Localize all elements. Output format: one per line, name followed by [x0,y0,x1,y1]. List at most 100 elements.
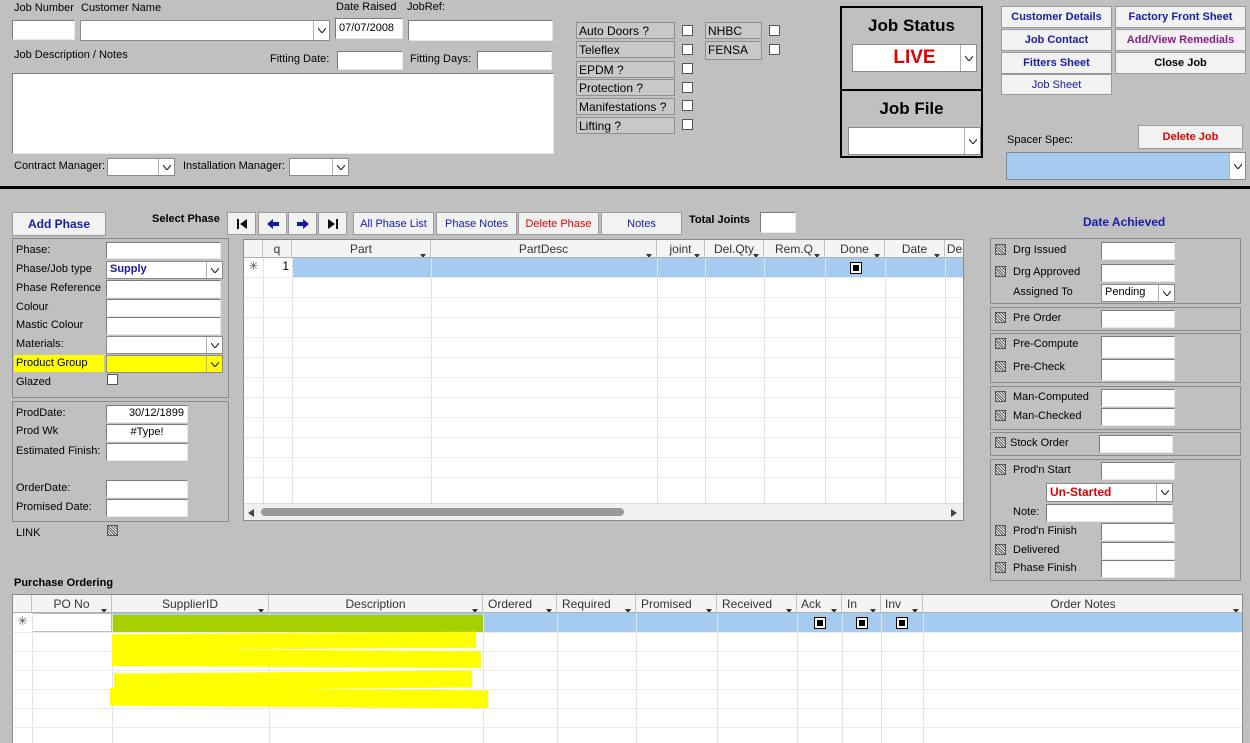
prodn-start-date[interactable] [1101,462,1175,480]
scroll-left-icon[interactable] [248,508,254,520]
first-record-button[interactable] [227,212,256,235]
all-phase-list-button[interactable]: All Phase List [353,212,434,235]
date-raised-field[interactable]: 07/07/2008 [335,18,403,39]
chevron-down-icon[interactable] [960,45,976,71]
prod-wk-field[interactable]: #Type! [106,424,188,442]
product-group-combo[interactable] [106,355,223,373]
promised-date-field[interactable] [106,499,188,517]
drg-issued-checkbox[interactable] [995,244,1006,255]
assigned-to-combo[interactable]: Pending [1101,284,1175,302]
column-header-q[interactable]: q [263,240,292,258]
epdm-checkbox[interactable] [682,63,693,74]
ack-checkbox[interactable] [814,617,826,629]
scroll-thumb[interactable] [261,508,624,516]
phase-field[interactable] [106,242,221,259]
done-checkbox[interactable] [850,262,862,274]
column-header-in[interactable]: In [842,595,881,613]
phase-reference-field[interactable] [106,280,221,298]
fitting-days-field[interactable] [477,51,552,70]
inv-checkbox[interactable] [896,617,908,629]
installation-manager-combo[interactable] [289,158,349,176]
in-checkbox[interactable] [856,617,868,629]
chevron-down-icon[interactable] [1156,484,1172,501]
chevron-down-icon[interactable] [1158,285,1174,301]
column-header-description[interactable]: Description [269,595,483,613]
order-date-field[interactable] [106,480,188,498]
column-header-partdesc[interactable]: PartDesc [431,240,657,258]
job-status-combo[interactable]: LIVE [852,44,977,72]
colour-field[interactable] [106,299,221,317]
pre-order-date[interactable] [1101,310,1175,328]
job-description-textarea[interactable] [12,73,554,154]
jobref-field[interactable] [408,20,553,41]
estimated-finish-field[interactable] [106,443,188,461]
manifestations-checkbox[interactable] [682,100,693,111]
next-record-button[interactable] [288,212,317,235]
total-joints-field[interactable] [760,212,796,233]
pre-order-checkbox[interactable] [995,312,1006,323]
column-header-required[interactable]: Required [557,595,636,613]
column-header-del-qty[interactable]: Del.Qty [705,240,764,258]
prod-date-field[interactable]: 30/12/1899 [106,405,188,423]
add-phase-button[interactable]: Add Phase [12,212,106,236]
chevron-down-icon[interactable] [158,159,174,175]
drg-approved-checkbox[interactable] [995,266,1006,277]
po-no-input[interactable] [32,613,112,632]
glazed-checkbox[interactable] [107,374,118,385]
factory-front-sheet-button[interactable]: Factory Front Sheet [1115,6,1246,28]
contract-manager-combo[interactable] [107,158,175,176]
materials-combo[interactable] [106,336,223,354]
column-header-done[interactable]: Done [825,240,885,258]
column-header-de[interactable]: De [945,240,963,258]
job-file-combo[interactable] [848,127,981,155]
man-computed-checkbox[interactable] [995,391,1006,402]
chevron-down-icon[interactable] [206,262,222,278]
column-header-rem-q[interactable]: Rem.Q [764,240,825,258]
lifting-checkbox[interactable] [682,119,693,130]
column-header-part[interactable]: Part [292,240,431,258]
parts-grid[interactable]: q Part PartDesc joint Del.Qty Rem.Q Done… [243,239,964,521]
column-header-date[interactable]: Date [885,240,945,258]
column-header-supplierid[interactable]: SupplierID [112,595,269,613]
pre-check-checkbox[interactable] [995,361,1006,372]
job-sheet-button[interactable]: Job Sheet [1001,74,1112,95]
purchase-order-grid[interactable]: PO No SupplierID Description Ordered Req… [12,594,1243,743]
drg-approved-date[interactable] [1101,264,1175,282]
nhbc-checkbox[interactable] [769,25,780,36]
new-row-qty[interactable]: 1 [263,259,292,277]
pre-compute-checkbox[interactable] [995,338,1006,349]
spacer-spec-combo[interactable] [1006,152,1246,180]
chevron-down-icon[interactable] [206,356,222,372]
last-record-button[interactable] [318,212,347,235]
column-header-ack[interactable]: Ack [797,595,842,613]
chevron-down-icon[interactable] [313,21,329,40]
phase-finish-checkbox[interactable] [995,562,1006,573]
chevron-down-icon[interactable] [964,128,980,154]
column-header-received[interactable]: Received [717,595,797,613]
column-header-po-no[interactable]: PO No [32,595,112,613]
column-header-ordered[interactable]: Ordered [483,595,557,613]
link-checkbox[interactable] [107,525,118,536]
fitters-sheet-button[interactable]: Fitters Sheet [1001,52,1112,74]
column-header-inv[interactable]: Inv [881,595,923,613]
chevron-down-icon[interactable] [1229,153,1245,179]
horizontal-scrollbar[interactable] [244,503,963,520]
previous-record-button[interactable] [258,212,287,235]
stock-order-checkbox[interactable] [995,437,1006,448]
protection-checkbox[interactable] [682,82,693,93]
man-checked-checkbox[interactable] [995,410,1006,421]
phase-finish-date[interactable] [1101,560,1175,578]
fensa-checkbox[interactable] [769,44,780,55]
auto-doors-checkbox[interactable] [682,25,693,36]
prodn-finish-date[interactable] [1101,523,1175,541]
chevron-down-icon[interactable] [332,159,348,175]
prodn-start-checkbox[interactable] [995,464,1006,475]
delivered-date[interactable] [1101,542,1175,560]
notes-button[interactable]: Notes [601,212,682,235]
column-header-joint[interactable]: joint [657,240,705,258]
note-field[interactable] [1046,504,1173,522]
delete-phase-button[interactable]: Delete Phase [518,212,599,235]
fitting-date-field[interactable] [337,51,403,70]
customer-details-button[interactable]: Customer Details [1001,6,1112,28]
stock-order-date[interactable] [1099,435,1173,453]
